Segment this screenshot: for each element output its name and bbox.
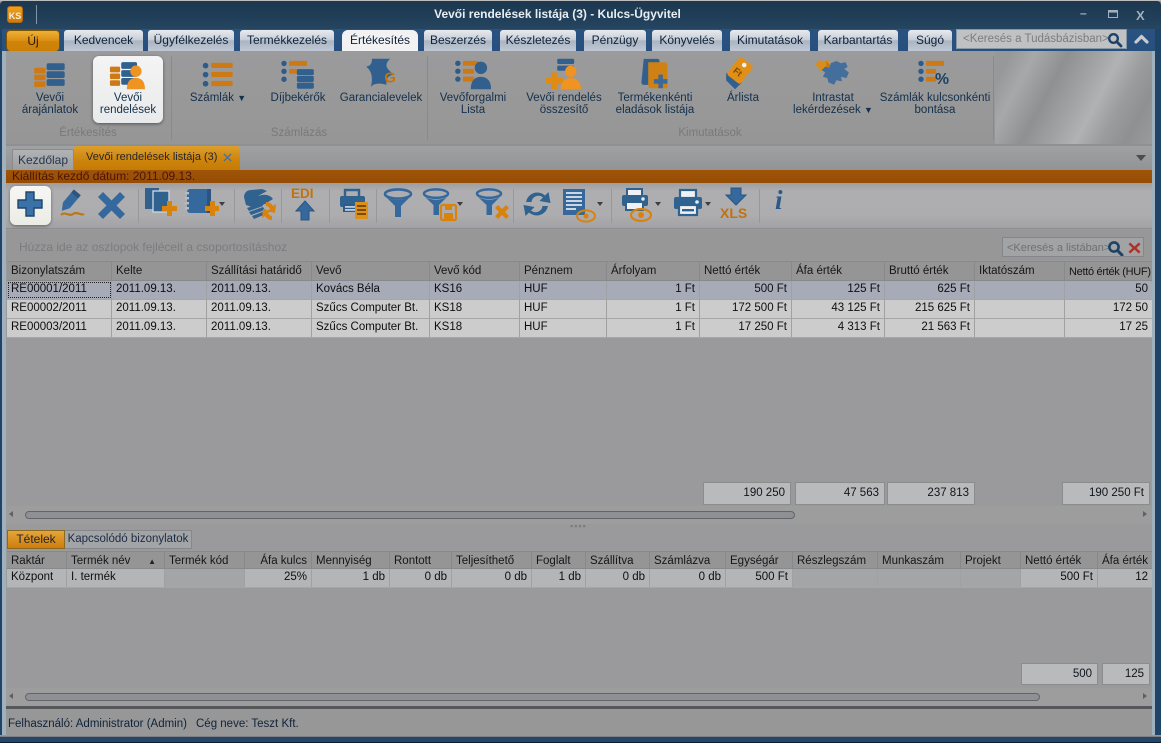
svg-text:XLS: XLS [720, 205, 747, 221]
svg-text:G: G [384, 70, 395, 86]
svg-text:%: % [935, 71, 949, 88]
svg-text:EDI: EDI [291, 186, 314, 201]
